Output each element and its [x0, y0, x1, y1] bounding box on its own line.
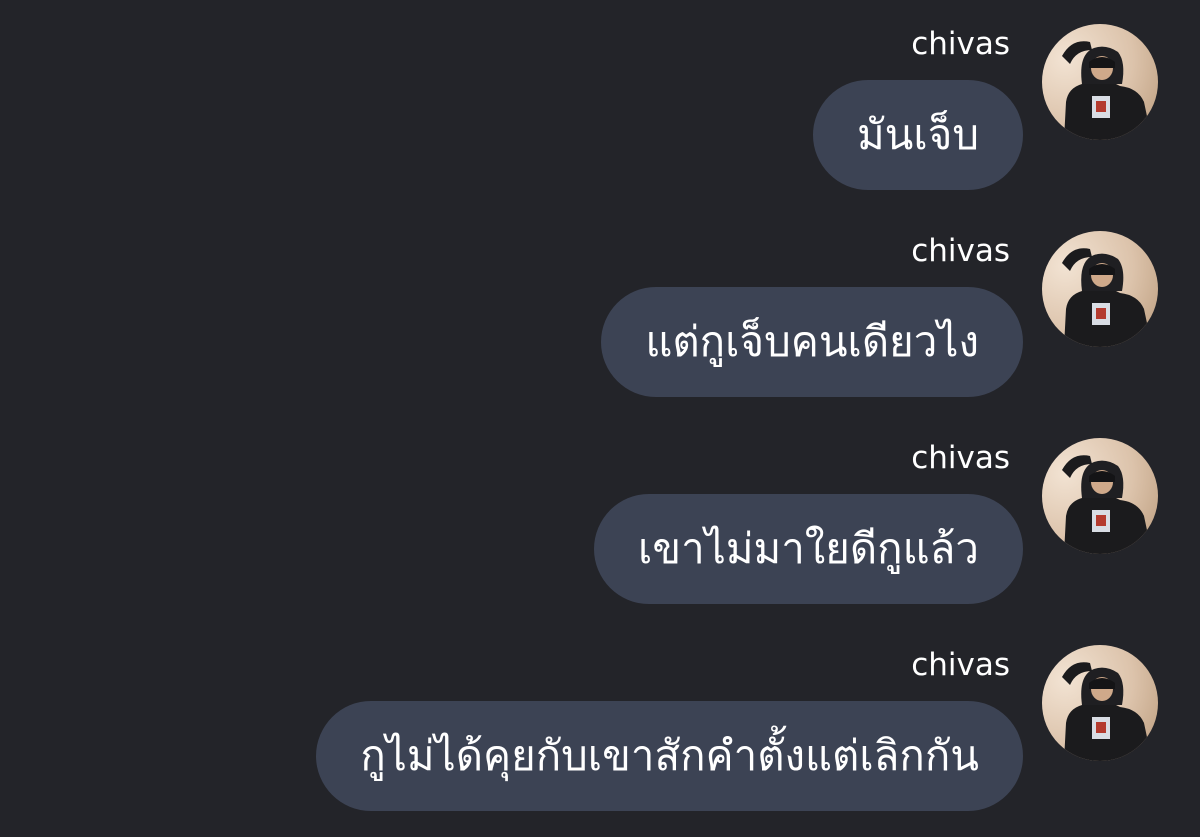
message-bubble[interactable]: เขาไม่มาใยดีกูแล้ว — [594, 494, 1023, 604]
avatar-photo-icon — [1062, 662, 1152, 761]
avatar-photo-icon — [1062, 455, 1152, 554]
avatar[interactable] — [1042, 24, 1158, 140]
message-row: chivas เขาไม่มาใยดีกูแล้ว — [0, 438, 1200, 628]
sender-name: chivas — [911, 233, 1010, 269]
sender-name: chivas — [911, 440, 1010, 476]
avatar[interactable] — [1042, 645, 1158, 761]
message-bubble[interactable]: มันเจ็บ — [812, 80, 1023, 190]
sender-name: chivas — [911, 26, 1010, 62]
sender-name: chivas — [911, 647, 1010, 683]
message-bubble[interactable]: แต่กูเจ็บคนเดียวไง — [601, 287, 1023, 397]
message-row: chivas มันเจ็บ — [0, 24, 1200, 214]
avatar-photo-icon — [1062, 248, 1152, 347]
avatar[interactable] — [1042, 438, 1158, 554]
message-row: chivas กูไม่ได้คุยกับเขาสักคำตั้งแต่เลิก… — [0, 645, 1200, 835]
message-bubble[interactable]: กูไม่ได้คุยกับเขาสักคำตั้งแต่เลิกกัน — [316, 701, 1023, 811]
avatar-photo-icon — [1062, 41, 1152, 140]
chat-thread: chivas มันเจ็บ chivas แต่กูเจ็บคนเดียวไง — [0, 0, 1200, 837]
avatar[interactable] — [1042, 231, 1158, 347]
message-row: chivas แต่กูเจ็บคนเดียวไง — [0, 231, 1200, 421]
